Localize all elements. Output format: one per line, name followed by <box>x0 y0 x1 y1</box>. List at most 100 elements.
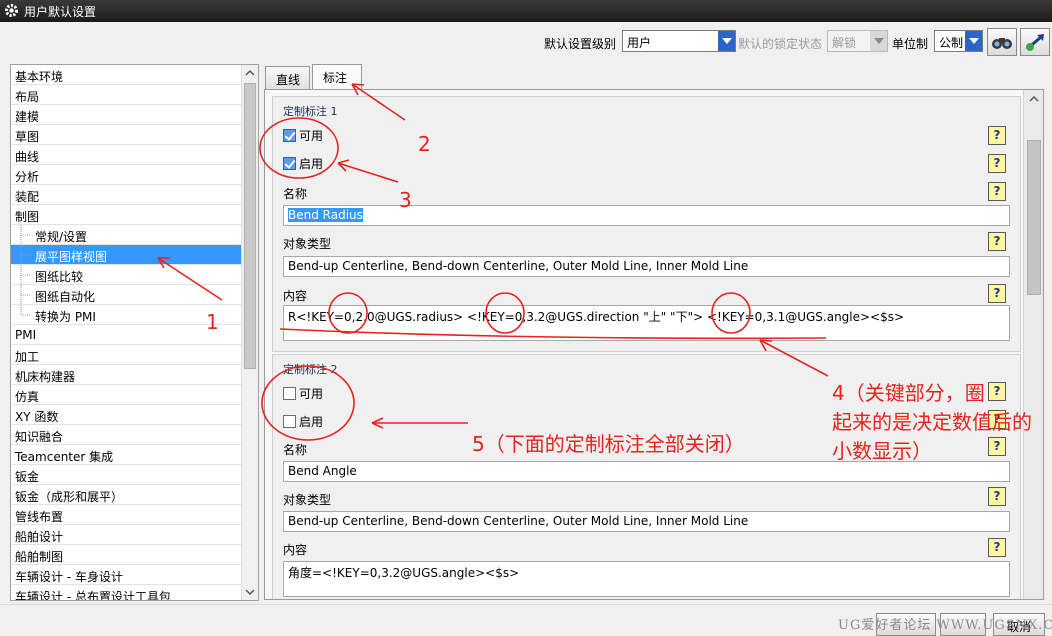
lock-label: 默认的锁定状态 <box>738 37 823 51</box>
checkbox-box[interactable] <box>283 387 296 400</box>
tree-item[interactable]: 知识融合 <box>11 425 241 445</box>
type-field-2[interactable]: Bend-up Centerline, Bend-down Centerline… <box>283 511 1010 532</box>
name-value: Bend Radius <box>288 208 363 222</box>
tab-line[interactable]: 直线 <box>265 66 310 89</box>
help-icon[interactable]: ? <box>988 284 1006 303</box>
help-icon[interactable]: ? <box>988 538 1006 557</box>
lock-select-value: 解锁 <box>832 36 857 50</box>
tree-item[interactable]: 制图 <box>11 205 241 225</box>
tree-item[interactable]: 分析 <box>11 165 241 185</box>
tree-item[interactable]: 机床构建器 <box>11 365 241 385</box>
usable-checkbox-1[interactable]: 可用 <box>283 127 323 145</box>
chevron-up-icon[interactable] <box>242 65 258 81</box>
group-title: 定制标注 1 <box>283 105 338 118</box>
tree-item[interactable]: 车辆设计 - 总布置设计工具包 <box>11 585 241 600</box>
tree-item[interactable]: 钣金 <box>11 465 241 485</box>
help-icon[interactable]: ? <box>988 182 1006 201</box>
tree-item[interactable]: 船舶设计 <box>11 525 241 545</box>
content-label: 内容 <box>283 543 308 557</box>
tree-item[interactable]: Teamcenter 集成 <box>11 445 241 465</box>
find-button[interactable] <box>987 28 1017 56</box>
custom-annotation-group-1: 定制标注 1 可用 ? 启用 ? 名称 ? Bend Radius 对象类型 ?… <box>272 96 1021 352</box>
window-title: 用户默认设置 <box>24 5 97 19</box>
unit-select[interactable]: 公制 <box>934 30 983 52</box>
tree-item[interactable]: 建模 <box>11 105 241 125</box>
tree-item[interactable]: 管线布置 <box>11 505 241 525</box>
type-field-1[interactable]: Bend-up Centerline, Bend-down Centerline… <box>283 256 1010 277</box>
checkbox-label: 启用 <box>299 157 324 171</box>
tree-item[interactable]: 图纸比较 <box>11 265 241 285</box>
level-select[interactable]: 用户 <box>622 30 736 52</box>
annotation-number-1: 1 <box>206 310 219 334</box>
help-icon[interactable]: ? <box>988 154 1006 173</box>
lock-select: 解锁 <box>827 30 888 52</box>
content-label: 内容 <box>283 289 308 303</box>
level-select-value: 用户 <box>627 36 652 50</box>
tree-item[interactable]: 车辆设计 - 车身设计 <box>11 565 241 585</box>
window-titlebar: 用户默认设置 <box>0 0 1052 22</box>
tree-scroll-thumb[interactable] <box>244 83 256 369</box>
name-field-1[interactable]: Bend Radius <box>283 205 1010 226</box>
tab-annotation[interactable]: 标注 <box>312 64 362 90</box>
level-label: 默认设置级别 <box>544 37 617 51</box>
name-field-2[interactable]: Bend Angle <box>283 461 1010 482</box>
chevron-down-icon[interactable] <box>242 584 258 600</box>
top-toolbar: 默认设置级别 用户 默认的锁定状态 解锁 单位制 公制 <box>0 22 1052 62</box>
checkbox-label: 可用 <box>299 129 324 143</box>
usable-checkbox-2[interactable]: 可用 <box>283 385 323 403</box>
checkbox-label: 可用 <box>299 387 324 401</box>
tree-item[interactable]: 装配 <box>11 185 241 205</box>
content-scrollbar[interactable] <box>1023 90 1043 599</box>
annotation-note-4-line3: 小数显示） <box>832 439 932 463</box>
chevron-down-icon <box>870 31 887 51</box>
tree-item[interactable]: XY 函数 <box>11 405 241 425</box>
gear-icon[interactable] <box>3 2 20 19</box>
tree-item[interactable]: 常规/设置 <box>11 225 241 245</box>
tree-item-selected[interactable]: 展平图样视图 <box>11 245 241 265</box>
unit-select-value: 公制 <box>939 36 964 50</box>
checkbox-box[interactable] <box>283 415 296 428</box>
tree-item[interactable]: 加工 <box>11 345 241 365</box>
tree-item[interactable]: 图纸自动化 <box>11 285 241 305</box>
tree-guide-lines <box>20 225 31 316</box>
type-label: 对象类型 <box>283 237 332 251</box>
tree-item[interactable]: 仿真 <box>11 385 241 405</box>
help-icon[interactable]: ? <box>988 437 1006 456</box>
enable-checkbox-2[interactable]: 启用 <box>283 413 323 431</box>
tree-item[interactable]: 草图 <box>11 125 241 145</box>
tree-item[interactable]: 船舶制图 <box>11 545 241 565</box>
type-label: 对象类型 <box>283 493 332 507</box>
checkbox-box[interactable] <box>283 129 296 142</box>
content-field-2[interactable]: 角度=<!KEY=0,3.2@UGS.angle><$s> <box>283 561 1010 597</box>
checkbox-box[interactable] <box>283 157 296 170</box>
group-title: 定制标注 2 <box>283 363 338 376</box>
category-tree[interactable]: 基本环境 布局 建模 草图 曲线 分析 装配 制图 常规/设置 展平图样视图 图… <box>10 64 259 601</box>
annotation-number-3: 3 <box>399 188 412 212</box>
help-icon[interactable]: ? <box>988 232 1006 251</box>
binoculars-icon <box>992 38 1012 49</box>
chevron-up-icon[interactable] <box>1026 90 1042 108</box>
content-field-1[interactable]: R<!KEY=0,2.0@UGS.radius> <!KEY=0,3.2@UGS… <box>283 305 1010 341</box>
tree-item[interactable]: 钣金（成形和展平） <box>11 485 241 505</box>
name-label: 名称 <box>283 187 308 201</box>
annotation-note-4-line1: 4（关键部分，圈 <box>832 381 985 405</box>
tree-item[interactable]: 基本环境 <box>11 65 241 85</box>
help-icon[interactable]: ? <box>988 487 1006 506</box>
annotation-note-5: 5（下面的定制标注全部关闭） <box>472 432 745 456</box>
chevron-down-icon[interactable] <box>718 31 735 51</box>
annotation-note-4-line2: 起来的是决定数值后的 <box>832 410 1032 434</box>
chevron-down-icon[interactable] <box>965 31 982 51</box>
content-scroll-thumb[interactable] <box>1027 140 1041 295</box>
watermark-text: UG爱好者论坛 WWW.UGSNX.COM <box>838 618 1052 633</box>
manage-button[interactable] <box>1020 28 1050 56</box>
unit-label: 单位制 <box>892 37 929 51</box>
tree-item[interactable]: 曲线 <box>11 145 241 165</box>
enable-checkbox-1[interactable]: 启用 <box>283 155 323 173</box>
help-icon[interactable]: ? <box>988 126 1006 145</box>
help-icon[interactable]: ? <box>988 382 1006 401</box>
tree-item[interactable]: 布局 <box>11 85 241 105</box>
tab-content: 定制标注 1 可用 ? 启用 ? 名称 ? Bend Radius 对象类型 ?… <box>264 89 1044 600</box>
annotation-number-2: 2 <box>418 132 431 156</box>
tree-scrollbar[interactable] <box>241 65 258 600</box>
arrow-gear-icon <box>1026 34 1044 51</box>
